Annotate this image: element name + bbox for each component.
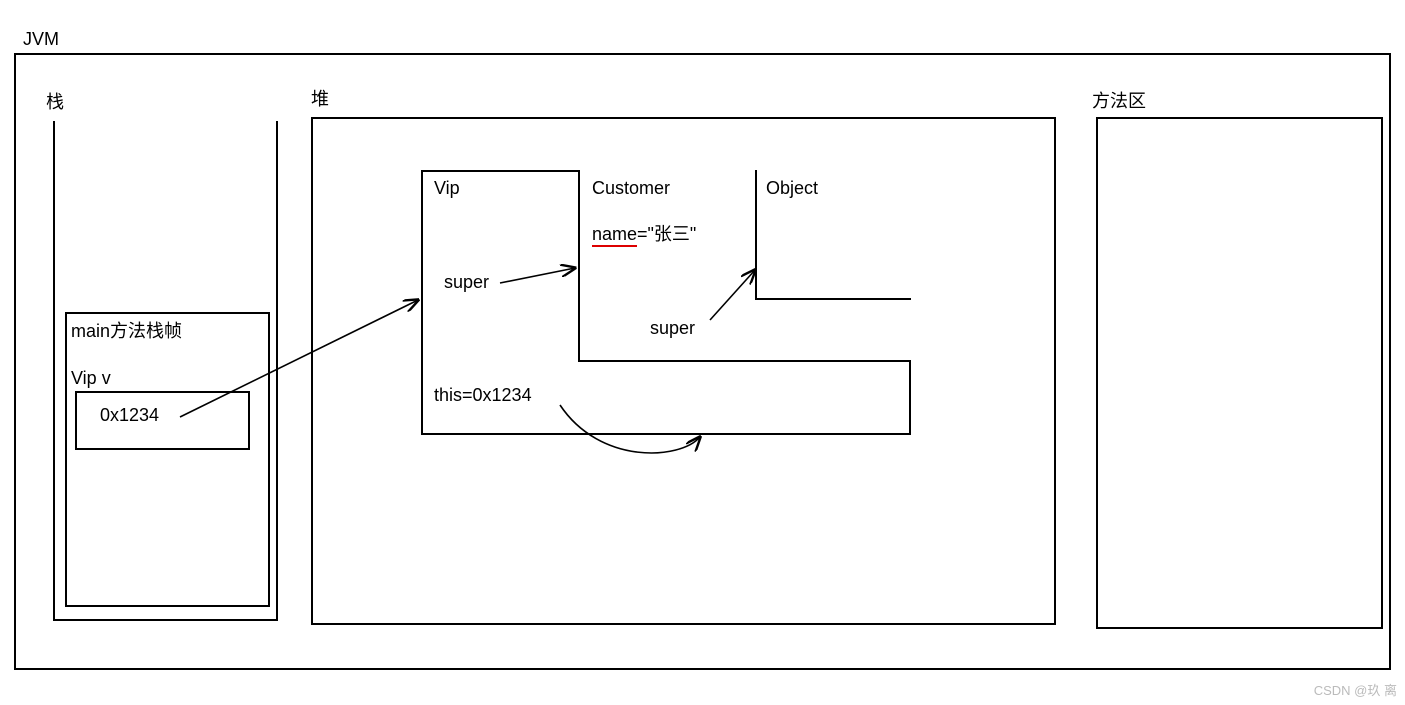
heap-customer-name-key: name bbox=[592, 224, 637, 247]
heap-vip-this: this=0x1234 bbox=[434, 385, 532, 406]
heap-customer-name-val: ="张三" bbox=[637, 224, 696, 244]
stack-var-label: Vip v bbox=[71, 368, 111, 389]
stack-frame-title: main方法栈帧 bbox=[71, 317, 182, 343]
heap-vip-super: super bbox=[444, 272, 489, 293]
jvm-title: JVM bbox=[23, 29, 59, 50]
method-area-box bbox=[1096, 117, 1383, 629]
watermark: CSDN @玖 离 bbox=[1314, 680, 1397, 699]
method-area-title: 方法区 bbox=[1092, 87, 1146, 113]
stack-var-value: 0x1234 bbox=[100, 405, 159, 426]
diagram-root: JVM 栈 main方法栈帧 Vip v 0x1234 堆 Vip super … bbox=[0, 0, 1405, 705]
heap-customer-name: name="张三" bbox=[592, 220, 696, 246]
stack-title: 栈 bbox=[46, 88, 64, 114]
heap-customer-super: super bbox=[650, 318, 695, 339]
stack-frame-box bbox=[65, 312, 270, 607]
heap-title: 堆 bbox=[311, 85, 329, 111]
heap-customer-title: Customer bbox=[592, 178, 670, 199]
heap-object-title: Object bbox=[766, 178, 818, 199]
heap-vip-title: Vip bbox=[434, 178, 460, 199]
